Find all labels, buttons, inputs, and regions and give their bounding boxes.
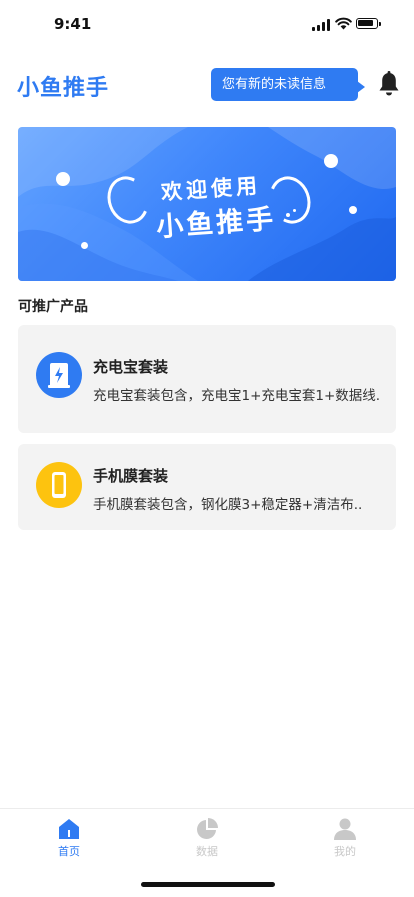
product-icon-circle	[36, 462, 82, 508]
product-icon-circle	[36, 352, 82, 398]
user-icon	[334, 818, 356, 840]
tab-home[interactable]: 首页	[9, 809, 129, 869]
product-name: 手机膜套装	[93, 467, 169, 485]
tab-label: 数据	[196, 845, 218, 858]
product-name: 充电宝套装	[93, 358, 169, 376]
tab-data[interactable]: 数据	[147, 809, 267, 869]
banner-dot	[324, 154, 338, 168]
banner-dot	[56, 172, 70, 186]
signal-icon	[312, 19, 330, 31]
product-description: 手机膜套装包含，钢化膜3+稳定器+清洁布..	[93, 497, 363, 513]
section-title: 可推广产品	[18, 299, 88, 315]
pie-chart-icon	[197, 818, 218, 839]
power-bank-icon	[48, 363, 70, 388]
notification-bubble[interactable]: 您有新的未读信息	[211, 68, 365, 101]
product-description: 充电宝套装包含，充电宝1+充电宝套1+数据线.	[93, 388, 381, 404]
phone-icon	[52, 472, 66, 498]
tab-label: 首页	[58, 845, 80, 858]
tab-label: 我的	[334, 845, 356, 858]
banner-dot	[349, 206, 357, 214]
product-card[interactable]: 充电宝套装 充电宝套装包含，充电宝1+充电宝套1+数据线.	[18, 325, 396, 433]
wifi-icon	[335, 17, 352, 30]
bell-icon[interactable]	[378, 71, 400, 97]
app-title: 小鱼推手	[17, 76, 110, 101]
tab-profile[interactable]: 我的	[285, 809, 405, 869]
product-card[interactable]: 手机膜套装 手机膜套装包含，钢化膜3+稳定器+清洁布..	[18, 444, 396, 530]
home-icon	[59, 819, 79, 839]
home-indicator	[141, 882, 275, 887]
welcome-banner[interactable]: 欢迎使用 小鱼推手	[18, 127, 396, 281]
status-bar: 9:41	[0, 0, 414, 48]
banner-dot	[81, 242, 88, 249]
status-time: 9:41	[54, 15, 92, 33]
battery-icon	[356, 18, 381, 29]
